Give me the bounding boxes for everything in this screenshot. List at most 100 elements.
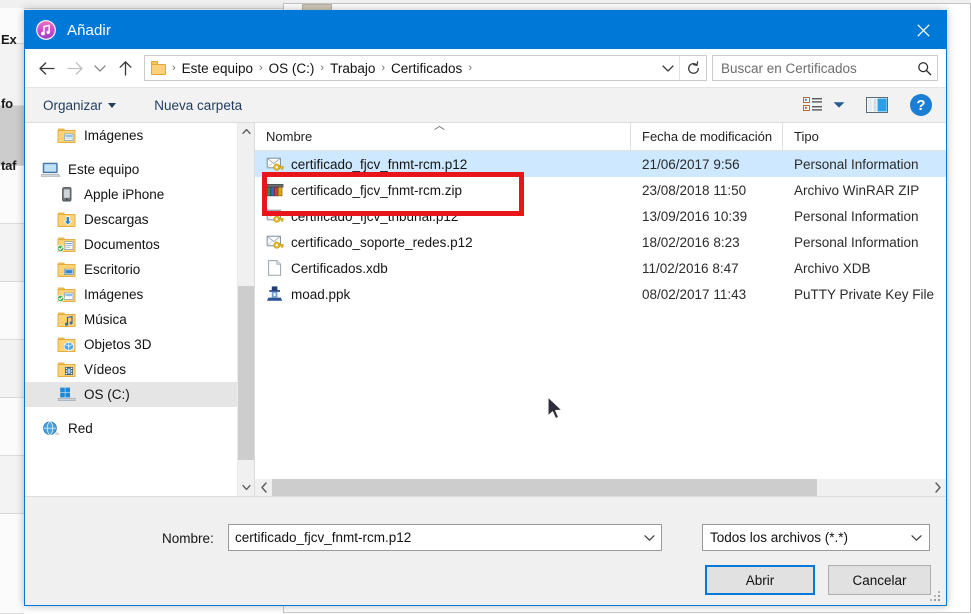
sidebar-item-label: Imágenes <box>84 128 144 143</box>
new-folder-label: Nueva carpeta <box>154 97 243 113</box>
refresh-icon[interactable] <box>679 56 706 80</box>
sidebar-item-label: Objetos 3D <box>84 337 152 352</box>
table-row[interactable]: certificado_fjcv_fnmt-rcm.zip 23/08/2018 … <box>255 177 946 203</box>
file-name-label: Certificados.xdb <box>291 260 388 276</box>
file-name-cell[interactable]: certificado_soporte_redes.p12 <box>255 233 631 251</box>
navigation-bar: › Este equipo › OS (C:) › Trabajo › Cert… <box>25 49 946 87</box>
help-question-icon[interactable]: ? <box>906 92 936 118</box>
file-date-cell: 21/06/2017 9:56 <box>642 156 740 172</box>
putty-key-icon <box>266 285 284 303</box>
blank-document-icon <box>266 259 284 277</box>
magnifier-icon[interactable] <box>911 61 937 76</box>
address-bar[interactable]: › Este equipo › OS (C:) › Trabajo › Cert… <box>144 55 707 81</box>
sidebar-item-este-equipo[interactable]: Este equipo <box>25 157 237 182</box>
dialog-footer: Nombre: certificado_fjcv_fnmt-rcm.p12 To… <box>25 497 946 605</box>
new-folder-button[interactable]: Nueva carpeta <box>146 95 250 116</box>
file-name-cell[interactable]: Certificados.xdb <box>255 259 631 277</box>
winrar-archive-icon <box>266 181 284 199</box>
cancel-button[interactable]: Cancelar <box>828 565 931 595</box>
folder-videos-icon <box>57 361 77 379</box>
chevron-down-icon <box>108 102 117 108</box>
sidebar-item-escritorio[interactable]: Escritorio <box>25 257 237 282</box>
table-row[interactable]: certificado_soporte_redes.p12 18/02/2016 … <box>255 229 946 255</box>
close-button[interactable] <box>900 11 946 49</box>
breadcrumb-item-2[interactable]: Trabajo <box>327 61 378 76</box>
forward-button[interactable] <box>61 54 89 82</box>
sidebar-item-os-c[interactable]: OS (C:) <box>25 382 237 407</box>
sidebar-item-objetos-3d[interactable]: Objetos 3D <box>25 332 237 357</box>
preview-pane-icon[interactable] <box>862 92 892 118</box>
certificate-key-icon <box>266 155 284 173</box>
breadcrumb-item-1[interactable]: OS (C:) <box>266 61 318 76</box>
column-header-name[interactable]: Nombre ︿ <box>255 123 631 150</box>
table-row[interactable]: certificado_fjcv_tribunal.p12 13/09/2016 … <box>255 203 946 229</box>
table-row[interactable]: Certificados.xdb 11/02/2016 8:47 Archivo X… <box>255 255 946 281</box>
sidebar-item-apple-iphone[interactable]: Apple iPhone <box>25 182 237 207</box>
list-view-icon[interactable] <box>798 92 828 118</box>
up-button[interactable] <box>111 54 139 82</box>
sidebar-item-m-sica[interactable]: Música <box>25 307 237 332</box>
folder-pictures-icon <box>57 127 77 145</box>
sidebar-item-red[interactable]: Red <box>25 416 237 441</box>
chevron-down-icon[interactable] <box>903 534 929 542</box>
table-row[interactable]: moad.ppk 08/02/2017 11:43 PuTTY Private Ke… <box>255 281 946 307</box>
column-header-name-label: Nombre <box>266 129 313 144</box>
view-options-dropdown-icon[interactable] <box>828 92 850 118</box>
column-header-type[interactable]: Tipo <box>783 123 946 150</box>
filename-input[interactable]: certificado_fjcv_fnmt-rcm.p12 <box>228 524 662 551</box>
folder-documents-sync-icon <box>56 236 77 254</box>
sidebar-item-im-genes[interactable]: Imágenes <box>25 123 237 148</box>
horizontal-scrollbar[interactable] <box>255 479 946 496</box>
sidebar-item-label: Este equipo <box>68 162 140 177</box>
back-button[interactable] <box>33 54 61 82</box>
file-type-cell: Archivo WinRAR ZIP <box>794 182 920 198</box>
file-name-cell[interactable]: certificado_fjcv_tribunal.p12 <box>255 207 631 225</box>
sidebar-scroll-thumb[interactable] <box>238 286 254 460</box>
file-list-pane[interactable]: Nombre ︿ Fecha de modificación Tipo cert… <box>254 123 946 496</box>
breadcrumb-item-0[interactable]: Este equipo <box>179 61 256 76</box>
horizontal-scroll-thumb[interactable] <box>272 479 817 496</box>
sidebar-item-im-genes[interactable]: Imágenes <box>25 282 237 307</box>
file-type-cell: Personal Information <box>794 156 919 172</box>
chevron-down-icon[interactable] <box>238 479 254 496</box>
background-text-fragment-3: taf <box>1 158 17 173</box>
file-name-cell[interactable]: certificado_fjcv_fnmt-rcm.zip <box>255 181 631 199</box>
column-header-date[interactable]: Fecha de modificación <box>631 123 783 150</box>
open-button[interactable]: Abrir <box>705 565 815 595</box>
folder-downloads-icon <box>57 211 77 229</box>
chevron-up-icon[interactable] <box>238 123 254 140</box>
file-date-cell: 11/02/2016 8:47 <box>642 260 739 276</box>
sidebar-item-label: Imágenes <box>84 287 144 302</box>
sidebar-item-documentos[interactable]: Documentos <box>25 232 237 257</box>
chevron-down-icon[interactable] <box>637 534 661 542</box>
breadcrumb[interactable]: › Este equipo › OS (C:) › Trabajo › Cert… <box>145 61 657 76</box>
search-input[interactable]: Buscar en Certificados <box>712 55 938 81</box>
chevron-right-icon[interactable] <box>929 479 946 496</box>
recent-locations-dropdown-button[interactable] <box>89 54 111 82</box>
file-type-cell: Personal Information <box>794 208 919 224</box>
chevron-left-icon[interactable] <box>255 479 272 496</box>
sidebar-item-descargas[interactable]: Descargas <box>25 207 237 232</box>
file-type-cell: PuTTY Private Key File <box>794 286 935 302</box>
sidebar-item-label: Vídeos <box>84 362 127 377</box>
folder-music-icon <box>57 311 77 329</box>
horizontal-scroll-track[interactable] <box>272 479 929 496</box>
sidebar-item-label: Escritorio <box>84 262 141 277</box>
breadcrumb-item-3[interactable]: Certificados <box>388 61 465 76</box>
file-type-filter-value: Todos los archivos (*.*) <box>710 530 849 545</box>
dialog-title: Añadir <box>67 21 111 39</box>
certificate-key-icon <box>266 207 284 225</box>
file-name-cell[interactable]: certificado_fjcv_fnmt-rcm.p12 <box>255 155 631 173</box>
file-name-cell[interactable]: moad.ppk <box>255 285 631 303</box>
table-row[interactable]: certificado_fjcv_fnmt-rcm.p12 21/06/2017 … <box>255 151 946 177</box>
chevron-down-icon[interactable] <box>657 56 679 80</box>
sidebar-item-v-deos[interactable]: Vídeos <box>25 357 237 382</box>
organize-button[interactable]: Organizar <box>35 95 124 116</box>
file-type-filter-select[interactable]: Todos los archivos (*.*) <box>702 524 930 551</box>
resize-grip[interactable] <box>930 590 942 602</box>
sidebar-scrollbar[interactable] <box>237 123 254 496</box>
navigation-sidebar[interactable]: Imágenes Este equipo Apple iPhone Descargas… <box>25 123 237 496</box>
sidebar-list: Imágenes Este equipo Apple iPhone Descargas… <box>25 123 237 441</box>
breadcrumb-separator: › <box>172 62 176 74</box>
